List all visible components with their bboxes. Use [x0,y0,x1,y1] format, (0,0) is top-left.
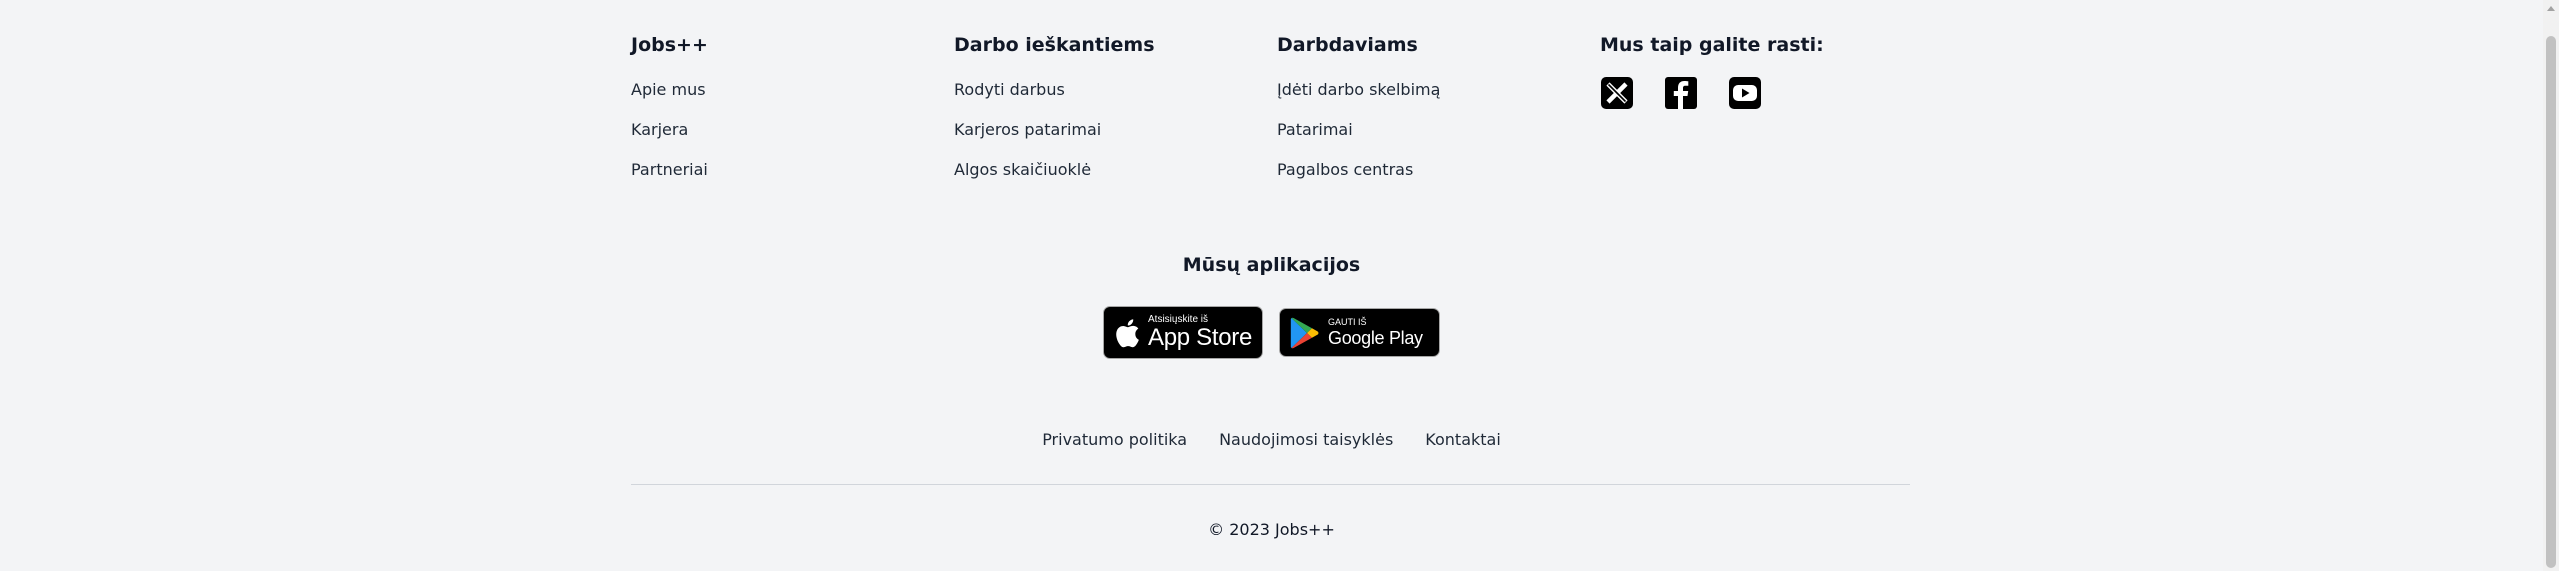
column-title: Jobs++ [631,34,708,56]
column-title: Darbdaviams [1277,34,1418,56]
link-partneriai[interactable]: Partneriai [631,150,954,190]
column-employers: Darbdaviams Įdėti darbo skelbimą Patarim… [1277,30,1600,190]
link-algos-skaiciuokle[interactable]: Algos skaičiuoklė [954,150,1277,190]
column-title: Darbo ieškantiems [954,34,1155,56]
link-pagalbos-centras[interactable]: Pagalbos centras [1277,150,1600,190]
copyright: © 2023 Jobs++ [1208,520,1335,539]
scroll-up-arrow-icon[interactable] [2547,6,2555,11]
column-socials: Mus taip galite rasti: [1600,30,1923,190]
link-contacts[interactable]: Kontaktai [1425,428,1501,452]
google-play-label: Google Play [1328,328,1423,348]
link-karjeros-patarimai[interactable]: Karjeros patarimai [954,110,1277,150]
legal-links: Privatumo politika Naudojimosi taisyklės… [0,428,2543,452]
google-play-icon [1290,317,1319,348]
app-store-button[interactable]: Atsisiųskite iš App Store [1103,306,1263,359]
app-store-text: Atsisiųskite iš App Store [1148,315,1252,350]
link-karjera[interactable]: Karjera [631,110,954,150]
footer-divider [631,484,1910,485]
column-title: Mus taip galite rasti: [1600,34,1824,56]
apple-icon [1116,318,1139,347]
site-footer: Jobs++ Apie mus Karjera Partneriai Darbo… [0,0,2559,571]
youtube-icon[interactable] [1728,76,1762,110]
link-apie-mus[interactable]: Apie mus [631,70,954,110]
link-ideti-skelbima[interactable]: Įdėti darbo skelbimą [1277,70,1600,110]
google-play-text: GAUTI IŠ Google Play [1328,317,1423,348]
x-icon[interactable] [1600,76,1634,110]
link-privacy-policy[interactable]: Privatumo politika [1042,428,1187,452]
app-badges: Atsisiųskite iš App Store GAUTI IŠ Googl… [1103,306,1440,359]
column-job-seekers: Darbo ieškantiems Rodyti darbus Karjeros… [954,30,1277,190]
link-patarimai[interactable]: Patarimai [1277,110,1600,150]
apps-title: Mūsų aplikacijos [1182,254,1361,276]
footer-columns: Jobs++ Apie mus Karjera Partneriai Darbo… [631,30,1923,190]
column-links: Įdėti darbo skelbimą Patarimai Pagalbos … [1277,70,1600,190]
scrollbar-thumb[interactable] [2546,36,2556,568]
google-play-button[interactable]: GAUTI IŠ Google Play [1279,308,1440,357]
facebook-icon[interactable] [1664,76,1698,110]
vertical-scrollbar[interactable] [2543,0,2559,571]
social-links [1600,76,1923,110]
column-jobs: Jobs++ Apie mus Karjera Partneriai [631,30,954,190]
app-store-label: App Store [1148,324,1253,351]
column-links: Rodyti darbus Karjeros patarimai Algos s… [954,70,1277,190]
column-links: Apie mus Karjera Partneriai [631,70,954,190]
link-rodyti-darbus[interactable]: Rodyti darbus [954,70,1277,110]
link-terms-of-use[interactable]: Naudojimosi taisyklės [1219,428,1393,452]
google-play-small-label: GAUTI IŠ [1328,317,1367,327]
